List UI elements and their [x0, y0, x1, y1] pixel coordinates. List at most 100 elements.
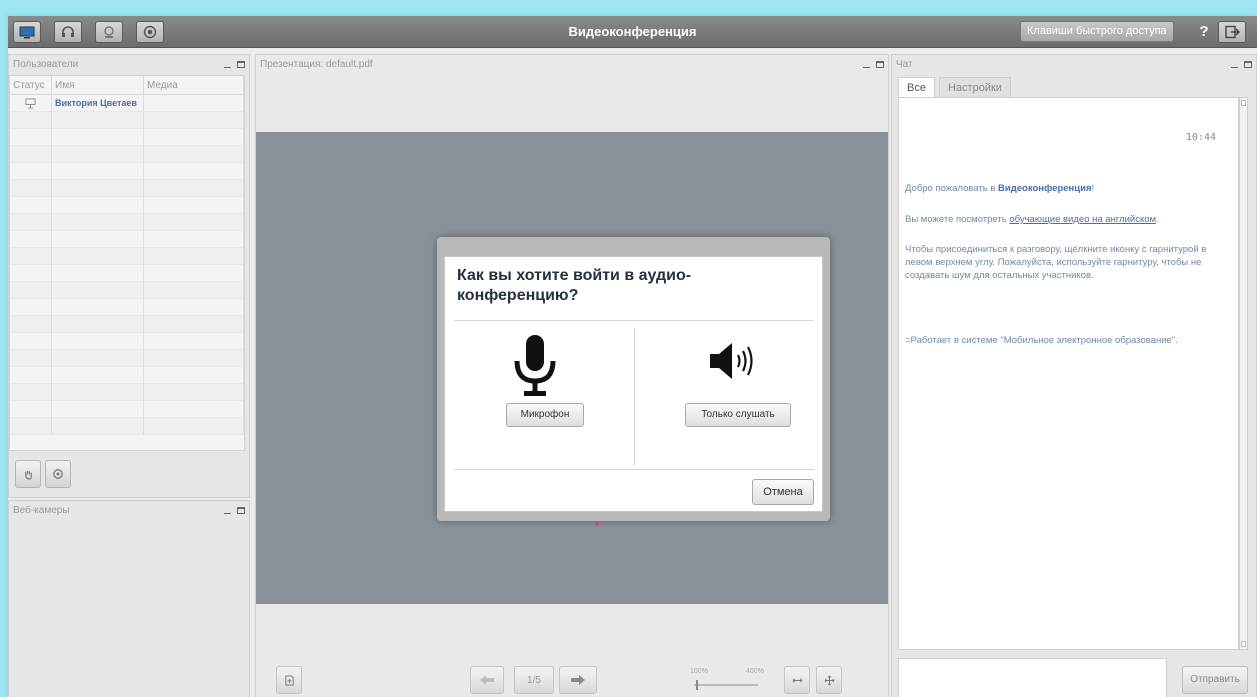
- presentation-panel-header: Презентация: default.pdf: [256, 55, 888, 75]
- minimize-icon[interactable]: [1231, 66, 1238, 68]
- video-suffix: .: [1156, 214, 1159, 225]
- send-button[interactable]: Отправить: [1182, 666, 1248, 694]
- help-button[interactable]: ?: [1195, 21, 1213, 42]
- users-panel-title: Пользователи: [13, 59, 79, 70]
- raise-hand-button[interactable]: [15, 460, 41, 488]
- logout-button[interactable]: [1218, 21, 1246, 43]
- welcome-app-name: Видеоконференция: [998, 183, 1092, 194]
- zoom-max-label: 400%: [746, 668, 764, 675]
- maximize-icon[interactable]: [876, 61, 884, 68]
- shortcuts-button[interactable]: Клавиши быстрого доступа: [1020, 21, 1174, 42]
- webcams-panel: Веб-камеры: [8, 500, 250, 697]
- status-cell: [10, 95, 52, 112]
- move-icon: [824, 675, 834, 685]
- prev-slide-button[interactable]: [470, 666, 504, 694]
- divider: [454, 469, 814, 470]
- table-row: [10, 282, 244, 299]
- tutorial-video-link[interactable]: обучающие видео на английском: [1009, 214, 1156, 225]
- webcams-panel-title: Веб-камеры: [13, 505, 70, 516]
- table-row: [10, 248, 244, 265]
- message-time: 10:44: [1185, 132, 1216, 143]
- presenter-icon: [25, 98, 36, 109]
- chat-panel-controls: [1231, 58, 1252, 68]
- table-row: [10, 146, 244, 163]
- welcome-suffix: !: [1091, 183, 1095, 194]
- hand-icon: [24, 470, 32, 480]
- table-row: [10, 180, 244, 197]
- audio-join-dialog: Как вы хотите войти в аудио-конференцию?…: [437, 237, 830, 521]
- microphone-button[interactable]: Микрофон: [506, 403, 584, 427]
- chat-scrollbar[interactable]: [1239, 97, 1248, 650]
- chat-log: 10:44 Добро пожаловать в Видеоконференци…: [898, 97, 1239, 650]
- users-panel-header: Пользователи: [9, 55, 249, 75]
- table-row: [10, 333, 244, 350]
- maximize-icon[interactable]: [237, 507, 245, 514]
- upload-presentation-button[interactable]: [276, 666, 302, 694]
- table-row: [10, 214, 244, 231]
- users-panel: Пользователи Статус Имя Медиа Виктория Ц…: [8, 54, 250, 498]
- gear-icon: [53, 469, 63, 479]
- users-table-body: Виктория Цветаев: [10, 95, 244, 435]
- speaker-icon: [710, 343, 753, 379]
- cursor-dot: [595, 522, 599, 526]
- user-settings-button[interactable]: [45, 460, 71, 488]
- divider: [454, 320, 814, 321]
- maximize-icon[interactable]: [237, 61, 245, 68]
- table-row: [10, 265, 244, 282]
- next-slide-button[interactable]: [559, 666, 597, 694]
- cancel-button[interactable]: Отмена: [752, 479, 814, 505]
- table-row: [10, 384, 244, 401]
- column-media[interactable]: Медиа: [144, 76, 244, 94]
- chat-panel-header: Чат: [892, 55, 1256, 75]
- table-row: [10, 129, 244, 146]
- scroll-down-arrow[interactable]: [1241, 641, 1246, 647]
- table-row: [10, 163, 244, 180]
- fit-page-button[interactable]: [816, 666, 842, 694]
- table-row: [10, 299, 244, 316]
- zoom-slider[interactable]: 100% 400%: [680, 668, 780, 694]
- zoom-thumb[interactable]: [696, 680, 698, 690]
- table-row: [10, 316, 244, 333]
- media-cell: [144, 95, 244, 112]
- video-prefix: Вы можете посмотреть: [905, 214, 1010, 225]
- dialog-question: Как вы хотите войти в аудио-конференцию?: [457, 267, 692, 304]
- divider: [634, 328, 635, 466]
- table-row: [10, 367, 244, 384]
- welcome-message: Добро пожаловать в Видеоконференция!: [905, 182, 1094, 195]
- maximize-icon[interactable]: [1244, 61, 1252, 68]
- minimize-icon[interactable]: [224, 66, 231, 68]
- arrow-left-icon: [480, 675, 494, 685]
- fit-width-icon: [792, 677, 802, 683]
- table-row: [10, 197, 244, 214]
- listen-only-button[interactable]: Только слушать: [685, 403, 791, 427]
- scroll-up-arrow[interactable]: [1241, 100, 1246, 106]
- join-instructions: Чтобы присоединиться к разговору, щёлкни…: [905, 244, 1207, 281]
- table-row: [10, 418, 244, 435]
- tab-all[interactable]: Все: [898, 77, 935, 97]
- webcams-panel-header: Веб-камеры: [9, 501, 249, 521]
- tab-settings[interactable]: Настройки: [939, 77, 1011, 97]
- user-name: Виктория Цветаев: [52, 95, 144, 112]
- users-table: Статус Имя Медиа Виктория Цветаев: [9, 75, 245, 451]
- column-status[interactable]: Статус: [10, 76, 52, 94]
- presentation-title: Презентация: default.pdf: [260, 59, 373, 70]
- table-row[interactable]: Виктория Цветаев: [10, 95, 244, 112]
- users-table-header: Статус Имя Медиа: [10, 76, 244, 95]
- page-indicator[interactable]: 1/5: [514, 666, 554, 694]
- chat-panel: Чат Все Настройки 10:44 Добро пожаловать…: [891, 54, 1257, 697]
- chat-panel-title: Чат: [896, 59, 913, 70]
- minimize-icon[interactable]: [224, 512, 231, 514]
- logout-icon: [1225, 25, 1240, 39]
- minimize-icon[interactable]: [863, 66, 870, 68]
- zoom-track: [694, 684, 758, 686]
- welcome-prefix: Добро пожаловать в: [905, 183, 999, 194]
- users-panel-controls: [224, 58, 245, 68]
- column-name[interactable]: Имя: [52, 76, 144, 94]
- fit-width-button[interactable]: [784, 666, 810, 694]
- powered-by-message: =Работает в системе "Мобильное электронн…: [905, 335, 1178, 346]
- video-message: Вы можете посмотреть обучающие видео на …: [905, 213, 1159, 226]
- table-row: [10, 112, 244, 129]
- chat-message-input[interactable]: [898, 658, 1167, 697]
- dialog-body: Как вы хотите войти в аудио-конференцию?…: [444, 256, 823, 512]
- table-row: [10, 231, 244, 248]
